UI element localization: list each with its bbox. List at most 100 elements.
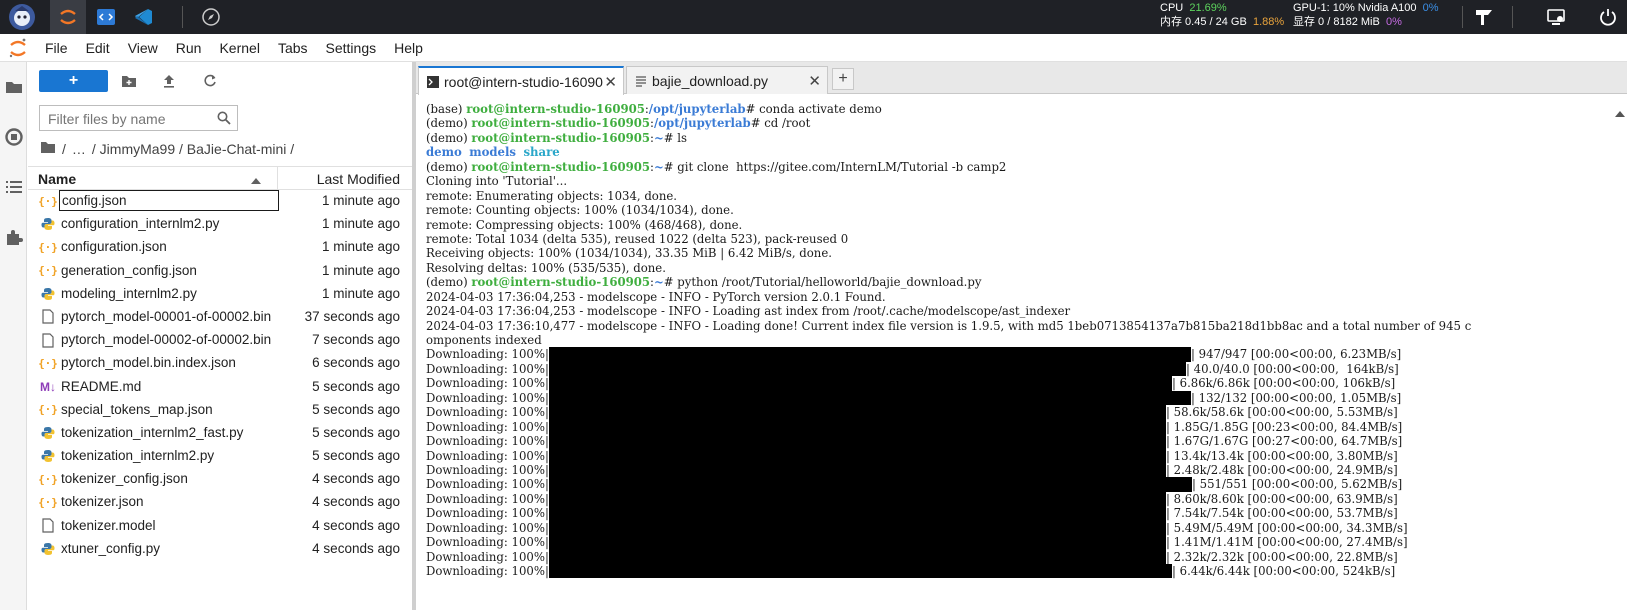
- tab-close-icon[interactable]: ✕: [808, 72, 821, 90]
- file-row[interactable]: {·} tokenizer.json 4 seconds ago: [28, 491, 412, 514]
- toc-icon[interactable]: [0, 172, 27, 202]
- file-row[interactable]: {·} pytorch_model.bin.index.json 6 seconds…: [28, 352, 412, 375]
- download-progress-line: Downloading: 100%| | 1.67G/1.67G [00:27<0…: [426, 434, 1403, 449]
- new-folder-icon[interactable]: [117, 70, 141, 92]
- file-name: tokenizer_config.json: [61, 471, 188, 487]
- download-progress-line: Downloading: 100%| | 132/132 [00:00<00:00…: [426, 390, 1402, 406]
- file-modified: 5 seconds ago: [312, 401, 400, 417]
- file-row[interactable]: tokenization_internlm2.py 5 seconds ago: [28, 445, 412, 468]
- file-rename-input[interactable]: config.json: [59, 190, 279, 211]
- power-icon[interactable]: [1590, 0, 1626, 34]
- new-launcher-button[interactable]: +: [39, 70, 108, 92]
- upload-icon[interactable]: [157, 70, 181, 92]
- code-editor-icon[interactable]: [88, 0, 124, 34]
- scroll-up-arrow-icon[interactable]: [1615, 106, 1625, 117]
- file-modified: 1 minute ago: [321, 239, 400, 255]
- avatar[interactable]: [4, 0, 40, 34]
- terminal-line: 2024-04-03 17:36:04,253 - modelscope - I…: [426, 289, 886, 304]
- compass-icon[interactable]: [193, 0, 229, 34]
- terminal-line: (base) root@intern-studio-160905:/opt/ju…: [426, 102, 882, 116]
- activity-bar: [0, 62, 27, 610]
- menu-view[interactable]: View: [119, 34, 167, 62]
- breadcrumb: / … / JimmyMa99 / BaJie-Chat-mini /: [40, 139, 300, 159]
- file-modified: 1 minute ago: [321, 285, 400, 301]
- brand-logo-icon[interactable]: [1466, 0, 1502, 34]
- file-modified: 4 seconds ago: [312, 494, 400, 510]
- file-row[interactable]: modeling_internlm2.py 1 minute ago: [28, 283, 412, 306]
- menu-edit[interactable]: Edit: [77, 34, 119, 62]
- json-icon: {·}: [38, 472, 58, 486]
- menu-settings[interactable]: Settings: [317, 34, 386, 62]
- file-row[interactable]: M↓ README.md 5 seconds ago: [28, 376, 412, 399]
- tab-terminal-label: root@intern-studio-16090: [444, 73, 603, 90]
- file-row[interactable]: pytorch_model-00002-of-00002.bin 7 second…: [28, 329, 412, 352]
- breadcrumb-home-icon[interactable]: [40, 141, 56, 157]
- terminal-line: 2024-04-03 17:36:10,477 - modelscope - I…: [426, 318, 1472, 333]
- add-tab-button[interactable]: +: [832, 68, 854, 90]
- file-row[interactable]: {·} tokenizer_config.json 4 seconds ago: [28, 468, 412, 491]
- column-name-header[interactable]: Name: [38, 171, 76, 187]
- folder-icon[interactable]: [0, 72, 27, 102]
- column-modified-header[interactable]: Last Modified: [317, 171, 400, 187]
- gpu-value: 0%: [1422, 2, 1439, 14]
- running-icon[interactable]: [0, 122, 27, 152]
- breadcrumb-root[interactable]: /: [62, 141, 66, 157]
- download-progress-line: Downloading: 100%| | 7.54k/7.54k [00:00<0…: [426, 506, 1398, 521]
- terminal-line: remote: Counting objects: 100% (1034/103…: [426, 203, 734, 218]
- file-name: tokenization_internlm2_fast.py: [61, 424, 244, 440]
- breadcrumb-ellipsis[interactable]: …: [72, 141, 86, 157]
- file-row[interactable]: pytorch_model-00001-of-00002.bin 37 secon…: [28, 306, 412, 329]
- terminal-line: omponents indexed: [426, 333, 542, 347]
- download-progress-line: Downloading: 100%| | 58.6k/58.6k [00:00<0…: [426, 405, 1398, 420]
- file-name: special_tokens_map.json: [61, 401, 213, 417]
- tab-bajie-download[interactable]: bajie_download.py ✕: [626, 66, 828, 94]
- vscode-icon[interactable]: [126, 0, 162, 34]
- download-progress-line: Downloading: 100%| | 947/947 [00:00<00:00…: [426, 347, 1402, 362]
- jupyter-app-icon[interactable]: [50, 0, 86, 34]
- file-modified: 1 minute ago: [321, 193, 400, 208]
- sort-ascending-icon[interactable]: [251, 173, 261, 188]
- file-row[interactable]: tokenizer.model 4 seconds ago: [28, 515, 412, 538]
- file-modified: 5 seconds ago: [312, 448, 400, 464]
- download-progress-line: Downloading: 100%| | 8.60k/8.60k [00:00<0…: [426, 491, 1398, 507]
- download-progress-line: Downloading: 100%| | 2.48k/2.48k [00:00<0…: [426, 462, 1398, 478]
- menu-tabs[interactable]: Tabs: [269, 34, 317, 62]
- file-filter-input[interactable]: [48, 110, 212, 127]
- menu-kernel[interactable]: Kernel: [210, 34, 268, 62]
- file-row[interactable]: xtuner_config.py 4 seconds ago: [28, 538, 412, 561]
- tab-close-icon[interactable]: ✕: [604, 73, 617, 91]
- tab-terminal[interactable]: root@intern-studio-16090 ✕: [418, 66, 624, 95]
- file-row[interactable]: {·} generation_config.json 1 minute ago: [28, 260, 412, 283]
- file-name: README.md: [61, 378, 142, 394]
- extension-icon[interactable]: [0, 222, 27, 252]
- monitor-settings-icon[interactable]: [1538, 0, 1574, 34]
- file-filter-field[interactable]: [39, 105, 238, 131]
- file-list: {·} config.json 1 minute ago configuration_…: [28, 190, 412, 561]
- vram-value: 0%: [1385, 16, 1402, 28]
- file-icon: [40, 518, 56, 534]
- json-icon: {·}: [38, 240, 58, 254]
- download-progress-line: Downloading: 100%| | 13.4k/13.4k [00:00<0…: [426, 448, 1398, 463]
- file-modified: 37 seconds ago: [304, 308, 400, 324]
- tab-bajie-label: bajie_download.py: [652, 72, 768, 89]
- top-bar: CPU 21.69% 内存 0.45 / 24 GB 1.88% GPU-1: …: [0, 0, 1627, 34]
- menu-file[interactable]: File: [36, 34, 77, 62]
- json-icon: {·}: [38, 495, 58, 509]
- refresh-icon[interactable]: [198, 70, 222, 92]
- search-icon: [217, 111, 231, 128]
- file-row[interactable]: {·} configuration.json 1 minute ago: [28, 236, 412, 259]
- download-progress-line: Downloading: 100%| | 1.85G/1.85G [00:23<0…: [426, 419, 1403, 435]
- file-modified: 1 minute ago: [321, 216, 400, 232]
- file-row[interactable]: tokenization_internlm2_fast.py 5 seconds …: [28, 422, 412, 445]
- menu-run[interactable]: Run: [167, 34, 211, 62]
- file-row[interactable]: {·} special_tokens_map.json 5 seconds ago: [28, 399, 412, 422]
- terminal-output[interactable]: (base) root@intern-studio-160905:/opt/ju…: [416, 102, 1627, 610]
- progress-bar: [549, 477, 1192, 492]
- main-area: root@intern-studio-16090 ✕ bajie_downloa…: [416, 62, 1627, 610]
- progress-bar: [549, 347, 1191, 362]
- file-row[interactable]: configuration_internlm2.py 1 minute ago: [28, 213, 412, 236]
- terminal-line: Resolving deltas: 100% (535/535), done.: [426, 260, 666, 275]
- breadcrumb-path[interactable]: / JimmyMa99 / BaJie-Chat-mini /: [92, 141, 294, 157]
- file-row[interactable]: {·} config.json 1 minute ago: [28, 190, 412, 213]
- menu-help[interactable]: Help: [385, 34, 432, 62]
